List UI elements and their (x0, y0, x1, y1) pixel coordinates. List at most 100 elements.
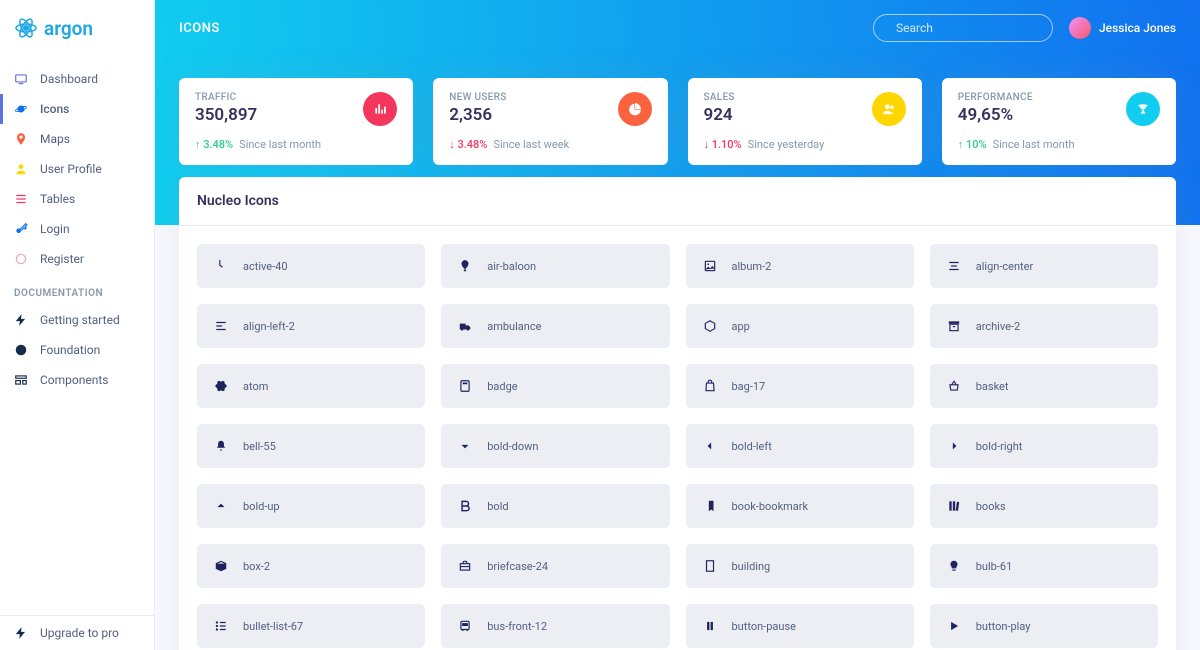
sidebar-item-tables[interactable]: Tables (0, 184, 154, 214)
stat-card-new-users: NEW USERS 2,356 ↓ 3.48% Since last week (433, 78, 667, 165)
ambulance-icon (457, 318, 473, 334)
icon-album-2[interactable]: album-2 (686, 244, 914, 288)
icon-air-baloon[interactable]: air-baloon (441, 244, 669, 288)
sidebar-item-icons[interactable]: Icons (0, 94, 154, 124)
icon-bold-up[interactable]: bold-up (197, 484, 425, 528)
icon-active-40[interactable]: active-40 (197, 244, 425, 288)
icon-label: badge (487, 380, 517, 393)
icon-ambulance[interactable]: ambulance (441, 304, 669, 348)
icon-bold-right[interactable]: bold-right (930, 424, 1158, 468)
icon-button-pause[interactable]: button-pause (686, 604, 914, 648)
align-center-icon (946, 258, 962, 274)
sidebar-item-maps[interactable]: Maps (0, 124, 154, 154)
sidebar-item-label: Register (40, 252, 140, 266)
bold-down-icon (457, 438, 473, 454)
user-menu[interactable]: Jessica Jones (1069, 17, 1176, 39)
icon-briefcase-24[interactable]: briefcase-24 (441, 544, 669, 588)
doc-item-label: Foundation (40, 343, 140, 357)
building-icon (702, 558, 718, 574)
stat-card-sales: SALES 924 ↓ 1.10% Since yesterday (688, 78, 922, 165)
icon-bold-left[interactable]: bold-left (686, 424, 914, 468)
sidebar-nav: Dashboard Icons Maps User Profile Tables Logi… (0, 56, 154, 615)
icon-book-bookmark[interactable]: book-bookmark (686, 484, 914, 528)
icon-bag-17[interactable]: bag-17 (686, 364, 914, 408)
button-pause-icon (702, 618, 718, 634)
icon-label: basket (976, 380, 1009, 393)
ui-icon (14, 373, 28, 387)
icon-bold[interactable]: bold (441, 484, 669, 528)
bulb-61-icon (946, 558, 962, 574)
page-title: ICONS (179, 21, 220, 36)
stat-card-performance: PERFORMANCE 49,65% ↑ 10% Since last mont… (942, 78, 1176, 165)
bell-55-icon (213, 438, 229, 454)
icon-box-2[interactable]: box-2 (197, 544, 425, 588)
sidebar-item-label: User Profile (40, 162, 140, 176)
bag-17-icon (702, 378, 718, 394)
search-input[interactable] (896, 21, 1052, 35)
doc-item-getting-started[interactable]: Getting started (0, 305, 154, 335)
icon-label: bold-up (243, 500, 280, 513)
icon-grid: active-40 air-baloon album-2 align-center al… (179, 226, 1176, 650)
icon-atom[interactable]: atom (197, 364, 425, 408)
upgrade-label: Upgrade to pro (40, 626, 119, 640)
icon-label: bulb-61 (976, 560, 1013, 573)
stat-delta: ↑ 10% (958, 138, 987, 151)
air-baloon-icon (457, 258, 473, 274)
icon-bulb-61[interactable]: bulb-61 (930, 544, 1158, 588)
stat-label: SALES (704, 92, 735, 103)
bolt-icon (14, 313, 28, 327)
icon-label: button-pause (732, 620, 796, 633)
upgrade-link[interactable]: Upgrade to pro (0, 615, 154, 650)
icon-building[interactable]: building (686, 544, 914, 588)
sidebar-item-label: Maps (40, 132, 140, 146)
stat-label: NEW USERS (449, 92, 506, 103)
icon-label: building (732, 560, 771, 573)
sidebar-item-dashboard[interactable]: Dashboard (0, 64, 154, 94)
sidebar-item-login[interactable]: Login (0, 214, 154, 244)
active-40-icon (213, 258, 229, 274)
search-box[interactable] (873, 14, 1053, 42)
sidebar-item-register[interactable]: Register (0, 244, 154, 274)
icon-books[interactable]: books (930, 484, 1158, 528)
icon-label: bullet-list-67 (243, 620, 303, 633)
bullet-list-67-icon (213, 618, 229, 634)
icon-archive-2[interactable]: archive-2 (930, 304, 1158, 348)
doc-item-components[interactable]: Components (0, 365, 154, 395)
icon-label: app (732, 320, 750, 333)
palette-icon (14, 343, 28, 357)
icon-bullet-list-67[interactable]: bullet-list-67 (197, 604, 425, 648)
stat-since: Since last month (993, 138, 1075, 151)
circle-icon (14, 252, 28, 266)
icon-badge[interactable]: badge (441, 364, 669, 408)
stat-value: 924 (704, 105, 735, 125)
stats-row: TRAFFIC 350,897 ↑ 3.48% Since last month… (179, 78, 1176, 165)
icon-bus-front-12[interactable]: bus-front-12 (441, 604, 669, 648)
stat-value: 49,65% (958, 105, 1033, 125)
sidebar-item-label: Dashboard (40, 72, 140, 86)
stat-delta: ↓ 3.48% (449, 138, 487, 151)
icon-label: atom (243, 380, 268, 393)
sidebar-item-label: Tables (40, 192, 140, 206)
icon-basket[interactable]: basket (930, 364, 1158, 408)
icon-align-left-2[interactable]: align-left-2 (197, 304, 425, 348)
icon-button-play[interactable]: button-play (930, 604, 1158, 648)
icon-label: box-2 (243, 560, 270, 573)
brand-logo[interactable]: argon (0, 0, 154, 56)
icon-app[interactable]: app (686, 304, 914, 348)
icon-label: align-center (976, 260, 1033, 273)
icon-bell-55[interactable]: bell-55 (197, 424, 425, 468)
sidebar-item-label: Login (40, 222, 140, 236)
icon-label: active-40 (243, 260, 288, 273)
main: ICONS Jessica Jones TRAFFIC 350,897 ↑ 3 (155, 0, 1200, 650)
icon-bold-down[interactable]: bold-down (441, 424, 669, 468)
doc-item-label: Components (40, 373, 140, 387)
tv-icon (14, 72, 28, 86)
trophy-icon (1126, 92, 1160, 126)
icon-align-center[interactable]: align-center (930, 244, 1158, 288)
sidebar-item-user-profile[interactable]: User Profile (0, 154, 154, 184)
icon-label: archive-2 (976, 320, 1020, 333)
album-2-icon (702, 258, 718, 274)
doc-item-foundation[interactable]: Foundation (0, 335, 154, 365)
icon-label: briefcase-24 (487, 560, 548, 573)
list-icon (14, 192, 28, 206)
